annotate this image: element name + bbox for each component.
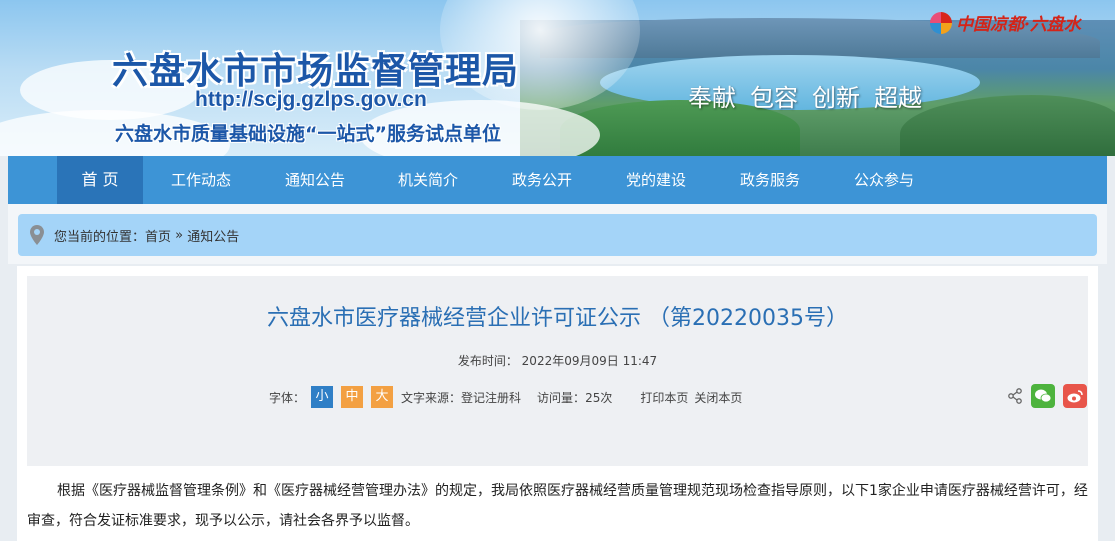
location-pin-icon [30,225,44,245]
city-brand-text: 中国凉都·六盘水 [956,15,1081,35]
breadcrumb-home-link[interactable]: 首页 [145,226,171,245]
city-logo-icon [930,11,952,34]
visits-label: 访问量： [537,390,586,405]
font-large-button[interactable]: 大 [371,386,394,408]
article-header: 六盘水市医疗器械经营企业许可证公示 （第20220035号） 发布时间： 202… [27,276,1088,466]
weibo-icon[interactable] [1063,384,1087,408]
city-brand-logo: 中国凉都·六盘水 [930,10,1081,35]
nav-item-party[interactable]: 党的建设 [613,156,699,204]
site-title: 六盘水市市场监督管理局 [112,51,520,92]
font-medium-button[interactable]: 中 [341,386,364,408]
publish-label: 发布时间： [457,354,518,368]
publish-date: 2022年09月09日 11:47 [521,354,658,368]
source-label: 文字来源： [401,390,462,405]
nav-item-home[interactable]: 首 页 [57,156,143,204]
visits-value: 25次 [585,390,613,405]
breadcrumb-current-link[interactable]: 通知公告 [187,226,239,245]
article-toolbar: 字体： 小 中 大 文字来源： 登记注册科 访问量： 25次 打印本页 关闭本页 [269,386,742,408]
slogan-item: 超越 [874,84,922,112]
slogan-item: 奉献 [688,84,736,112]
site-subtitle: 六盘水市质量基础设施“一站式”服务试点单位 [115,123,501,145]
share-icon[interactable] [1007,388,1023,404]
breadcrumb: 您当前的位置： 首页 » 通知公告 [18,214,1097,256]
font-small-button[interactable]: 小 [311,386,334,408]
nav-item-gov-affairs[interactable]: 政务公开 [499,156,585,204]
nav-item-about[interactable]: 机关简介 [385,156,471,204]
source-value: 登记注册科 [461,390,522,405]
print-link[interactable]: 打印本页 [640,389,688,406]
header-banner: 六盘水市市场监督管理局 http://scjg.gzlps.gov.cn 六盘水… [0,0,1115,156]
close-page-link[interactable]: 关闭本页 [694,389,742,406]
nav-item-work-news[interactable]: 工作动态 [158,156,244,204]
breadcrumb-section: 您当前的位置： 首页 » 通知公告 [8,204,1107,264]
breadcrumb-separator: » [171,227,188,243]
wechat-icon[interactable] [1031,384,1055,408]
slogan-group: 奉献 包容 创新 超越 [688,78,922,113]
breadcrumb-prefix: 您当前的位置： [54,229,146,245]
publish-info: 发布时间： 2022年09月09日 11:47 [27,352,1088,369]
article-body: 根据《医疗器械监督管理条例》和《医疗器械经营管理办法》的规定，我局依照医疗器械经… [27,483,1088,529]
font-size-label: 字体： [269,390,306,405]
share-group [1007,384,1087,408]
site-url: http://scjg.gzlps.gov.cn [195,88,427,111]
slogan-item: 包容 [750,84,798,112]
slogan-item: 创新 [812,84,860,112]
article-title: 六盘水市医疗器械经营企业许可证公示 （第20220035号） [267,306,848,331]
nav-item-public[interactable]: 公众参与 [841,156,927,204]
nav-item-services[interactable]: 政务服务 [727,156,813,204]
article-container: 六盘水市医疗器械经营企业许可证公示 （第20220035号） 发布时间： 202… [17,266,1098,541]
nav-item-notices[interactable]: 通知公告 [272,156,358,204]
main-nav: 首 页 工作动态 通知公告 机关简介 政务公开 党的建设 政务服务 公众参与 [8,156,1107,204]
